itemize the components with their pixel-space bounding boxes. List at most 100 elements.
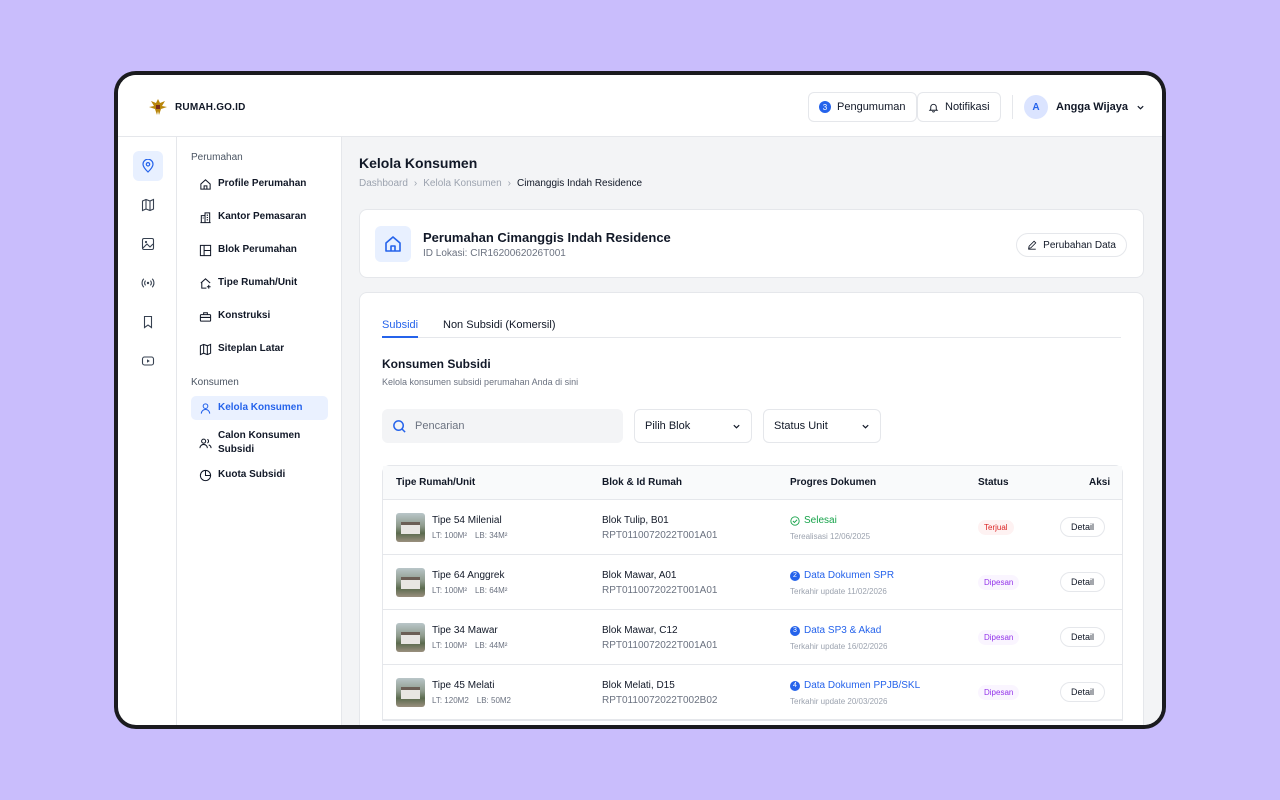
detail-button[interactable]: Detail [1060, 682, 1106, 702]
progress-label: Data SP3 & Akad [804, 625, 882, 636]
toolbox-icon [199, 311, 212, 322]
sidebar-item-tipe-rumah[interactable]: Tipe Rumah/Unit [191, 271, 328, 295]
bookmark-icon [143, 315, 153, 329]
unit-land-area: LT: 100M² [432, 641, 467, 650]
unit-size: LT: 100M² LB: 64M² [432, 586, 507, 595]
image-icon [141, 237, 155, 251]
unit-building-area: LB: 64M² [474, 586, 508, 595]
status-badge: Dipesan [978, 685, 1020, 700]
rail-video-button[interactable] [133, 346, 163, 376]
block-name: Blok Tulip, B01 [602, 515, 669, 526]
detail-button[interactable]: Detail [1060, 517, 1106, 537]
progress-link[interactable]: 2 Data Dokumen SPR [790, 570, 894, 581]
announcements-button[interactable]: 3 Pengumuman [808, 92, 917, 122]
sidebar-item-label: Konstruksi [218, 310, 271, 321]
breadcrumb-dashboard[interactable]: Dashboard [359, 178, 408, 189]
announcements-label: Pengumuman [837, 101, 906, 113]
sidebar-item-blok-perumahan[interactable]: Blok Perumahan [191, 238, 328, 262]
sidebar-item-calon-konsumen[interactable]: Calon Konsumen Subsidi [191, 429, 328, 459]
progress-date: Terkahir update 16/02/2026 [790, 642, 888, 651]
sidebar-item-kelola-konsumen[interactable]: Kelola Konsumen [191, 396, 328, 420]
users-icon [199, 438, 212, 449]
home-icon [200, 178, 211, 190]
unit-type: Tipe 34 Mawar [432, 625, 498, 636]
sidebar-item-label: Tipe Rumah/Unit [218, 277, 298, 288]
rail-location-button[interactable] [133, 151, 163, 181]
progress-link[interactable]: 4 Data Dokumen PPJB/SKL [790, 680, 920, 691]
progress-label: Data Dokumen SPR [804, 570, 895, 581]
app-screen: RUMAH.GO.ID 3 Pengumuman Notifikasi A An… [118, 75, 1162, 725]
rail-broadcast-button[interactable] [133, 268, 163, 298]
search-input[interactable]: Pencarian [382, 409, 623, 443]
unit-type: Tipe 64 Anggrek [432, 570, 505, 581]
house-id: RPT0110072022T001A01 [602, 585, 718, 596]
col-header-status: Status [978, 477, 1009, 488]
video-icon [141, 356, 155, 366]
sidebar-item-konstruksi[interactable]: Konstruksi [191, 304, 328, 328]
icon-rail [118, 137, 177, 725]
tab-non-subsidi[interactable]: Non Subsidi (Komersil) [443, 319, 555, 338]
block-select[interactable]: Pilih Blok [634, 409, 752, 443]
sidebar-item-label: Kantor Pemasaran [218, 211, 307, 222]
house-thumbnail [396, 623, 425, 652]
tab-bar: Subsidi Non Subsidi (Komersil) [382, 319, 1121, 338]
device-frame: RUMAH.GO.ID 3 Pengumuman Notifikasi A An… [114, 71, 1166, 729]
chevron-down-icon [862, 424, 869, 429]
rail-bookmark-button[interactable] [133, 307, 163, 337]
sidebar-section-consumer: Konsumen [191, 377, 239, 388]
housing-location-id: ID Lokasi: CIR1620062026T001 [423, 248, 566, 259]
progress-label: Data Dokumen PPJB/SKL [804, 680, 921, 691]
housing-title: Perumahan Cimanggis Indah Residence [423, 230, 671, 245]
page-title: Kelola Konsumen [359, 155, 478, 171]
sidebar-item-kuota-subsidi[interactable]: Kuota Subsidi [191, 463, 328, 487]
house-thumbnail [396, 568, 425, 597]
user-menu[interactable]: A Angga Wijaya [1024, 95, 1145, 119]
col-header-type: Tipe Rumah/Unit [396, 477, 476, 488]
chevron-down-icon [1137, 105, 1144, 110]
home-icon [385, 236, 401, 252]
search-placeholder: Pencarian [415, 420, 465, 432]
table-body: Tipe 54 Milenial LT: 100M² LB: 34M² Blok Tu… [383, 500, 1122, 720]
status-select-value: Status Unit [774, 420, 828, 432]
logo[interactable]: RUMAH.GO.ID [147, 96, 246, 118]
detail-button[interactable]: Detail [1060, 572, 1106, 592]
progress-link[interactable]: 3 Data SP3 & Akad [790, 625, 881, 636]
pencil-icon [1028, 240, 1037, 250]
rail-gallery-button[interactable] [133, 229, 163, 259]
breadcrumb-separator-icon: › [413, 178, 418, 189]
section-title: Konsumen Subsidi [382, 357, 491, 371]
sidebar-item-profile-perumahan[interactable]: Profile Perumahan [191, 172, 328, 196]
logo-text: RUMAH.GO.ID [175, 101, 246, 113]
bell-icon [928, 103, 939, 113]
status-badge: Dipesan [978, 630, 1020, 645]
map-icon [141, 198, 155, 212]
block-select-value: Pilih Blok [645, 420, 691, 432]
detail-button[interactable]: Detail [1060, 627, 1106, 647]
progress-date: Terkahir update 11/02/2026 [790, 587, 887, 596]
breadcrumb-separator-icon: › [507, 178, 511, 189]
garuda-logo-icon [149, 99, 167, 115]
col-header-progress: Progres Dokumen [790, 477, 877, 488]
house-plus-icon [200, 277, 211, 289]
progress-link[interactable]: Selesai [790, 515, 837, 526]
user-name: Angga Wijaya [1056, 101, 1129, 113]
housing-info-card: Perumahan Cimanggis Indah Residence ID L… [359, 209, 1144, 278]
unit-size: LT: 100M² LB: 44M² [432, 641, 507, 650]
rail-map-button[interactable] [133, 190, 163, 220]
block-name: Blok Mawar, A01 [602, 570, 677, 581]
sidebar-item-label: Siteplan Latar [218, 343, 285, 354]
housing-icon-box [375, 226, 411, 262]
unit-type: Tipe 45 Melati [432, 680, 495, 691]
sidebar-item-siteplan-latar[interactable]: Siteplan Latar [191, 337, 328, 361]
edit-data-button[interactable]: Perubahan Data [1016, 233, 1127, 257]
breadcrumb-current: Cimanggis Indah Residence [517, 178, 643, 189]
notifications-button[interactable]: Notifikasi [917, 92, 1001, 122]
status-select[interactable]: Status Unit [763, 409, 881, 443]
sidebar-item-kantor-pemasaran[interactable]: Kantor Pemasaran [191, 205, 328, 229]
sidebar-item-label: Kelola Konsumen [218, 402, 303, 413]
breadcrumb-kelola-konsumen[interactable]: Kelola Konsumen [423, 178, 501, 189]
tab-subsidi[interactable]: Subsidi [382, 319, 419, 338]
broadcast-icon [141, 278, 155, 288]
map-icon [199, 343, 212, 355]
table-row: Tipe 45 Melati LT: 120M2 LB: 50M2 Blok Mela… [383, 665, 1122, 720]
